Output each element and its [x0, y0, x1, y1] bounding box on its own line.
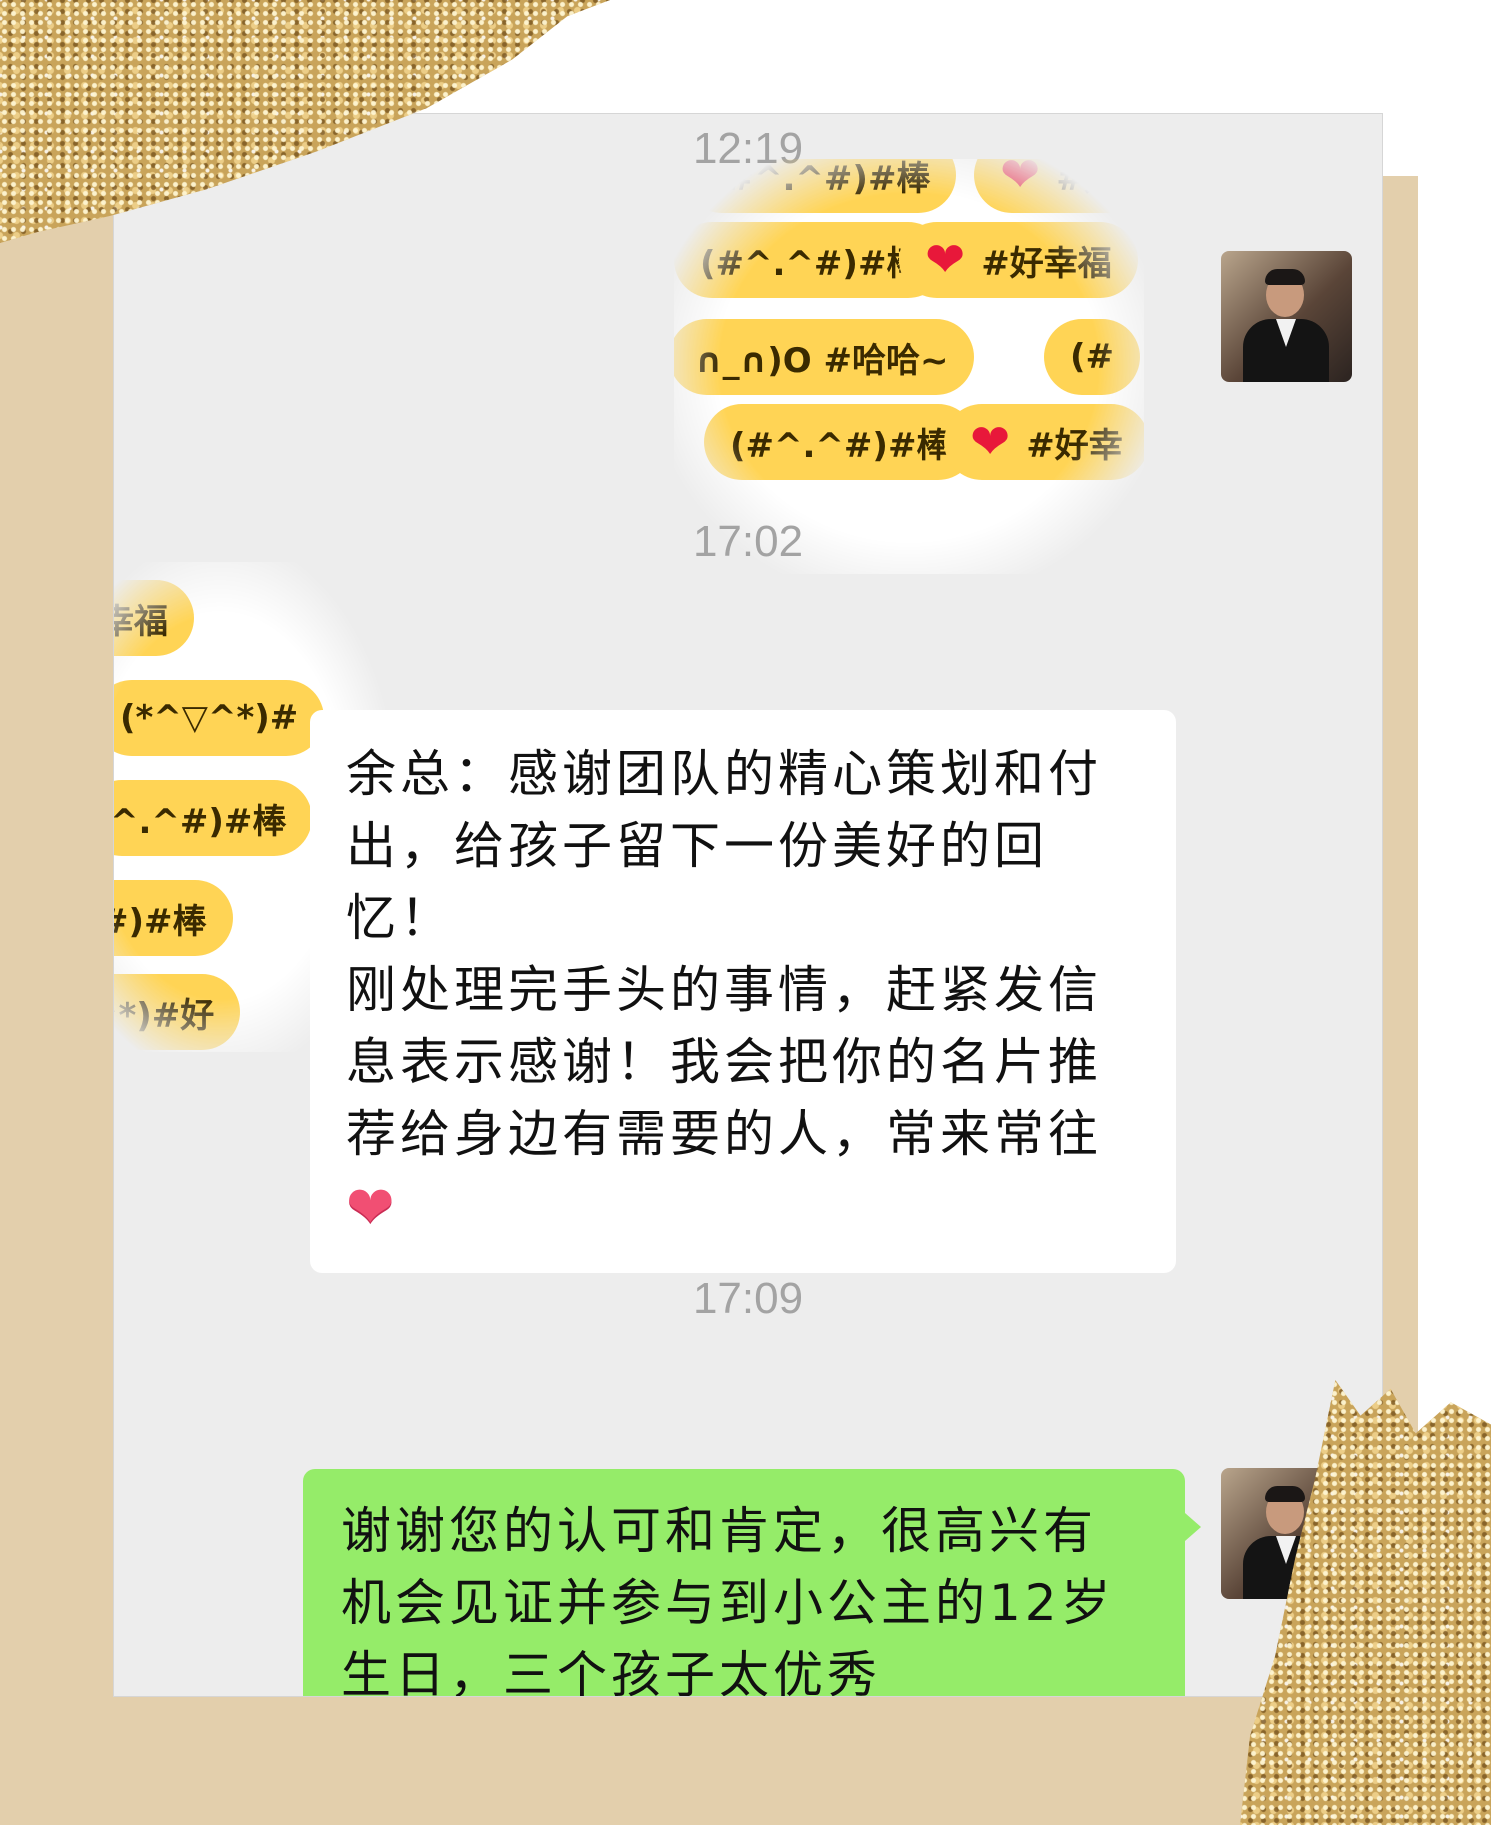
sticker-pill: ∩_∩)O #哈哈~	[674, 319, 975, 395]
sticker-pill: 幸福	[114, 580, 194, 656]
sticker-pill: ❤ #好幸福	[899, 222, 1138, 298]
beige-strip	[0, 1695, 1491, 1825]
sticker-pill: ❤ #好	[974, 159, 1144, 213]
message-text: 谢谢您的认可和肯定，很高兴有机会见证并参与到小公主的12岁生日，三个孩子太优秀	[341, 1502, 1115, 1697]
sticker-image-outgoing[interactable]: (#^.^#)#棒 ❤ #好 (#^.^#)#棒 ❤ #好幸福 ∩_∩)O #哈哈~…	[674, 159, 1144, 574]
avatar-self[interactable]	[1221, 1468, 1352, 1599]
message-bubble-outgoing[interactable]: 谢谢您的认可和肯定，很高兴有机会见证并参与到小公主的12岁生日，三个孩子太优秀	[303, 1469, 1201, 1697]
chat-screenshot: 12:19 (#^.^#)#棒 ❤ #好 (#^.^#)#棒 ❤ #好幸福 ∩_∩)…	[113, 113, 1383, 1697]
sticker-pill: (#^.^#)#棒	[704, 404, 977, 480]
avatar-self[interactable]	[1221, 251, 1352, 382]
sticker-pill: ^*)#好	[114, 974, 241, 1050]
sticker-pill: ^.^#)#棒	[114, 780, 313, 856]
message-bubble-incoming[interactable]: 余总：感谢团队的精心策划和付出，给孩子留下一份美好的回忆！ 刚处理完手头的事情，…	[296, 710, 1176, 1273]
sticker-pill: #)#棒	[114, 880, 233, 956]
sticker-pill: (#	[1044, 319, 1141, 395]
sticker-pill: (*^▽^*)#	[114, 680, 325, 756]
sticker-pill: ❤ #好幸	[944, 404, 1144, 480]
heart-icon: ❤	[1000, 159, 1041, 203]
timestamp-3: 17:09	[692, 1274, 804, 1323]
sticker-pill: (#^.^#)#棒	[684, 159, 957, 213]
heart-icon: ❤	[970, 414, 1011, 470]
heart-icon: ❤	[925, 232, 966, 288]
heart-emoji-icon: ❤	[346, 1173, 399, 1241]
message-text: 余总：感谢团队的精心策划和付出，给孩子留下一份美好的回忆！ 刚处理完手头的事情，…	[346, 745, 1102, 1163]
timestamp-2: 17:02	[692, 517, 804, 566]
